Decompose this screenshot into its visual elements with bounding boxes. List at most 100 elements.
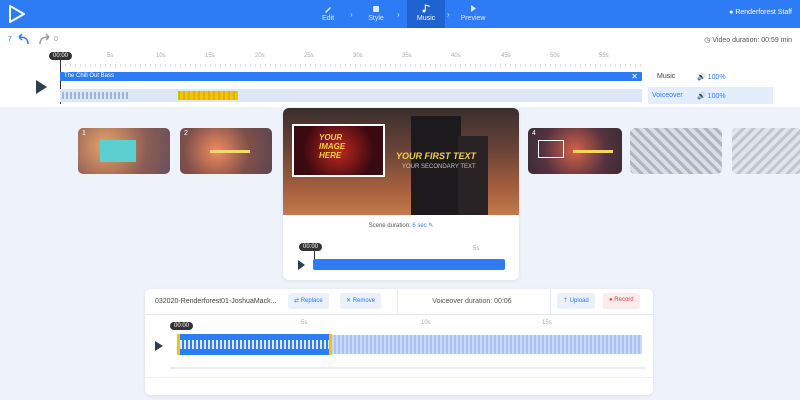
scene-number: 4 [532,130,536,137]
scene-duration-value[interactable]: 6 sec [412,223,426,229]
nav-step-music[interactable]: Music [407,0,445,28]
top-nav-bar: Edit › Style › Music › Preview ● Renderf… [0,0,800,28]
music-volume[interactable]: 🔊 100% [697,73,726,81]
scene-thumbnail[interactable] [630,128,722,174]
replace-button-label: Replace [300,298,323,304]
tick-label: 5s [301,320,308,326]
speaker-icon: 🔊 [697,74,706,81]
playhead-time[interactable]: 00:00 [49,52,73,60]
voiceover-ruler: 5s 10s 15s [175,320,645,329]
image-placeholder-text: YOUR IMAGE HERE [319,133,346,160]
scene-thumbnail[interactable]: 1 [78,128,170,174]
nav-step-label: Preview [460,15,486,22]
tick-label: 5s [107,53,114,59]
undo-icon[interactable] [16,33,30,45]
tick-label: 10s [156,53,166,59]
upload-button-label: Upload [569,298,589,304]
video-duration-text: Video duration: 00:59 min [712,37,792,44]
voiceover-track[interactable] [60,89,642,102]
tick-label: 50s [550,53,560,59]
voiceover-waveform [62,92,128,99]
nav-step-preview[interactable]: Preview [444,0,502,28]
music-track-name: Music [657,73,676,80]
music-track-bar[interactable]: The Chill Out Bass ✕ [60,72,642,81]
scene-thumbnail-caption [573,150,613,153]
preview-first-text[interactable]: YOUR FIRST TEXT [396,151,476,161]
upload-icon: ⇡ [563,298,569,304]
divider [550,289,551,314]
replace-button[interactable]: ⇄ Replace [288,293,329,309]
scene-thumbnail[interactable]: 4 [528,128,622,174]
remove-button[interactable]: ✕ Remove [340,293,382,309]
pencil-icon[interactable]: ✎ [428,223,433,229]
scene-number: 2 [184,130,188,137]
voiceover-editor: 032020-Renderforest01-JoshuaMack... ⇄ Re… [145,289,653,395]
scene-duration: Scene duration: 6 sec ✎ [283,222,519,229]
scene-thumbnail-caption [210,150,250,153]
preview-playhead-time[interactable]: 00:00 [299,243,323,251]
scene-preview-card: YOUR IMAGE HERE YOUR FIRST TEXT YOUR SEC… [283,108,519,280]
preview-ruler: 5s [313,246,505,254]
voiceover-playhead-time[interactable]: 00:00 [170,322,194,330]
scene-thumbnail[interactable]: 2 [180,128,272,174]
scene-number: 1 [82,130,86,137]
timeline-minor-ticks [60,64,642,67]
voiceover-track-name: Voiceover [652,92,683,99]
scene-thumbnail-image [100,140,136,162]
upload-button[interactable]: ⇡ Upload [557,293,595,309]
music-note-icon [422,4,430,13]
nav-step-label: Music [416,15,436,22]
tick-label: 30s [353,53,363,59]
user-menu[interactable]: ● Renderforest Staff [729,9,792,16]
tick-label: 45s [501,53,511,59]
preview-progress-bar[interactable] [313,259,505,270]
tick-label: 55s [599,53,609,59]
redo-icon[interactable] [38,33,52,45]
speaker-icon: 🔊 [697,93,706,100]
remove-button-label: Remove [352,298,376,304]
close-icon: ✕ [346,298,352,304]
voiceover-scroll-track[interactable] [170,367,645,369]
renderforest-logo-icon[interactable] [8,5,26,23]
music-track-title: The Chill Out Bass [64,73,115,79]
chevron-right-icon: › [397,10,400,19]
scene-preview-image[interactable]: YOUR IMAGE HERE YOUR FIRST TEXT YOUR SEC… [283,108,519,215]
tick-label: 40s [451,53,461,59]
close-icon[interactable]: ✕ [631,72,638,81]
voiceover-volume[interactable]: 🔊 100% [697,92,726,100]
scene-thumbnail-image [538,140,564,158]
play-icon [471,5,476,12]
tick-label: 35s [402,53,412,59]
user-icon: ● [729,9,734,16]
record-icon: ● [609,297,613,303]
voiceover-clip-selected[interactable] [178,91,238,100]
divider [145,314,653,315]
voiceover-file-name: 032020-Renderforest01-JoshuaMack... [155,298,277,305]
undo-count: 7 [8,36,12,43]
preview-play-button[interactable] [298,260,305,270]
scene-thumbnail[interactable] [732,128,800,174]
editor-toolbar: 7 0 ◷ Video duration: 00:59 min [0,28,800,52]
tick-label: 25s [304,53,314,59]
preview-second-text[interactable]: YOUR SECONDARY TEXT [402,164,476,170]
building-shape [458,136,488,215]
record-button-label: Record [614,297,634,303]
tick-label: 10s [421,320,431,326]
scene-duration-label: Scene duration: [368,223,411,229]
voiceover-trim-selection[interactable] [177,334,332,355]
voiceover-play-button[interactable] [155,341,163,351]
tick-label: 20s [255,53,265,59]
tick-label: 15s [542,320,552,326]
redo-count: 0 [54,36,58,43]
tick-label: 5s [473,246,480,252]
user-name: Renderforest Staff [735,9,792,16]
divider [145,377,653,378]
tick-label: 15s [205,53,215,59]
voiceover-duration: Voiceover duration: 00:06 [432,298,512,305]
voiceover-volume-value: 100% [707,93,726,100]
record-button[interactable]: ● Record [603,293,640,309]
video-duration: ◷ Video duration: 00:59 min [704,36,792,44]
play-button[interactable] [36,80,47,94]
clock-icon: ◷ [704,37,711,44]
music-volume-value: 100% [707,74,726,81]
